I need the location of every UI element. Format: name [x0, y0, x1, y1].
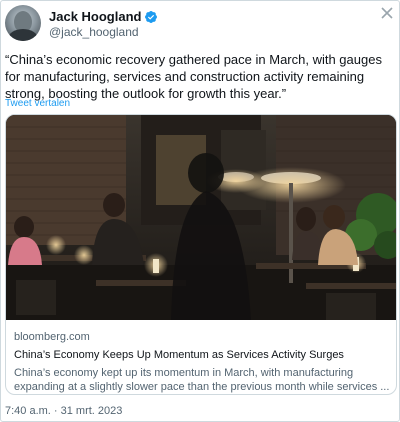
translate-tweet-link[interactable]: Tweet vertalen [5, 98, 70, 109]
card-image [6, 115, 396, 320]
author-display-name[interactable]: Jack Hoogland [49, 9, 141, 24]
card-title[interactable]: China’s Economy Keeps Up Momentum as Ser… [14, 348, 390, 363]
restaurant-photo [6, 115, 396, 320]
card-description: China’s economy kept up its momentum in … [14, 367, 390, 393]
tweet-timestamp[interactable]: 7:40 a.m. · 31 mrt. 2023 [5, 405, 122, 417]
author-handle[interactable]: @jack_hoogland [49, 25, 139, 39]
verified-badge-icon [145, 10, 158, 23]
card-domain: bloomberg.com [14, 331, 90, 343]
tweet-text: “China’s economic recovery gathered pace… [5, 52, 382, 101]
tweet-header: Jack Hoogland @jack_hoogland [5, 5, 397, 41]
link-card[interactable]: bloomberg.com China’s Economy Keeps Up M… [5, 114, 397, 395]
tweet-embed: Jack Hoogland @jack_hoogland “China’s ec… [0, 0, 400, 422]
card-meta: bloomberg.com China’s Economy Keeps Up M… [6, 320, 396, 394]
author-name-row: Jack Hoogland [49, 9, 158, 24]
close-icon[interactable] [379, 5, 395, 21]
avatar[interactable] [5, 5, 41, 41]
